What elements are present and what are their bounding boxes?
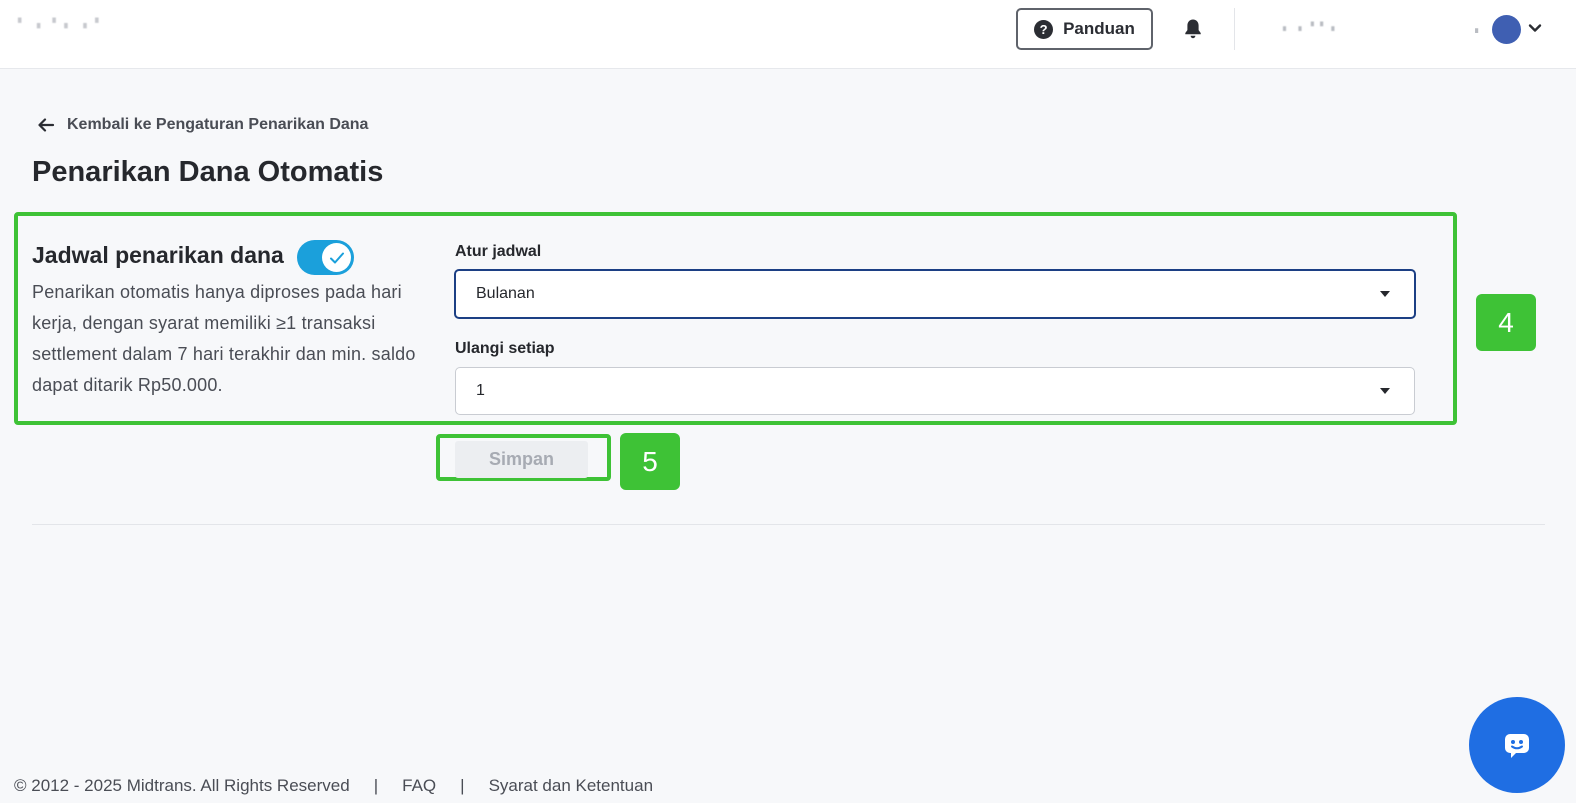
help-circle-icon: ?: [1034, 19, 1054, 39]
guide-button-label: Panduan: [1063, 19, 1135, 38]
content-divider: [32, 524, 1545, 525]
chat-bot-icon: [1505, 734, 1529, 758]
annotation-tag-5: 5: [620, 433, 680, 490]
header-divider: [1234, 8, 1235, 50]
set-schedule-value: Bulanan: [476, 285, 535, 302]
footer-separator: |: [460, 776, 465, 795]
schedule-section-title: Jadwal penarikan dana: [32, 242, 284, 268]
chat-support-button[interactable]: [1469, 697, 1565, 793]
guide-button[interactable]: ? Panduan: [1016, 8, 1153, 50]
repeat-select[interactable]: 1: [455, 367, 1415, 415]
arrow-left-icon: [38, 118, 55, 132]
footer-separator: |: [373, 776, 379, 795]
faq-link[interactable]: FAQ: [402, 776, 436, 796]
back-link[interactable]: Kembali ke Pengaturan Penarikan Dana: [37, 114, 368, 136]
chevron-down-icon[interactable]: [1527, 20, 1543, 36]
check-icon: [329, 252, 344, 263]
user-initial: ▗: [1472, 24, 1479, 33]
top-bar: ▘ ▗ ▝ ▖ ▗ ▘ ? Panduan ▖ ▗ ▝ ▘▗ ▗: [0, 0, 1576, 69]
logo[interactable]: ▘ ▗ ▝ ▖ ▗ ▘: [18, 18, 118, 34]
caret-down-icon: [1380, 291, 1390, 297]
set-schedule-label: Atur jadwal: [455, 243, 542, 260]
set-schedule-select[interactable]: Bulanan: [454, 269, 1416, 319]
schedule-toggle[interactable]: [297, 240, 354, 275]
page-title: Penarikan Dana Otomatis: [32, 156, 384, 188]
save-button[interactable]: Simpan: [455, 441, 588, 478]
bell-icon[interactable]: [1183, 18, 1203, 40]
footer: © 2012 - 2025 Midtrans. All Rights Reser…: [14, 775, 653, 797]
user-name: ▖ ▗ ▝ ▘▗: [1283, 22, 1337, 31]
annotation-tag-4: 4: [1476, 294, 1536, 351]
repeat-value: 1: [476, 382, 485, 399]
toggle-knob: [322, 243, 351, 272]
repeat-label: Ulangi setiap: [455, 340, 555, 357]
copyright-text: © 2012 - 2025 Midtrans. All Rights Reser…: [14, 776, 350, 795]
back-link-label: Kembali ke Pengaturan Penarikan Dana: [67, 116, 369, 133]
caret-down-icon: [1380, 388, 1390, 394]
avatar[interactable]: [1492, 15, 1521, 44]
terms-link[interactable]: Syarat dan Ketentuan: [489, 776, 653, 796]
schedule-description: Penarikan otomatis hanya diproses pada h…: [32, 282, 416, 395]
